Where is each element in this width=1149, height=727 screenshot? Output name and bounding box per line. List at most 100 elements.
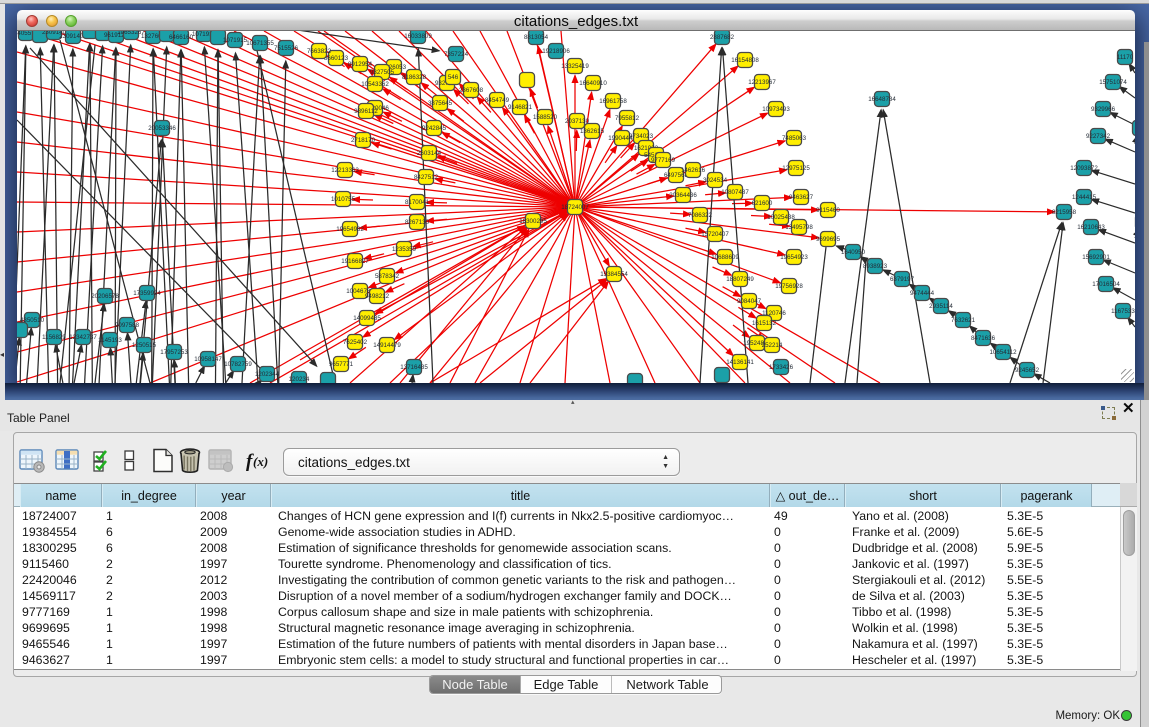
svg-text:18300295: 18300295 — [519, 218, 547, 225]
svg-text:12213967: 12213967 — [748, 79, 776, 86]
svg-text:1156829: 1156829 — [42, 334, 66, 341]
svg-text:10958147: 10958147 — [194, 356, 222, 363]
svg-text:10807487: 10807487 — [721, 189, 749, 196]
svg-text:1615132: 1615132 — [752, 320, 777, 327]
svg-text:12342737: 12342737 — [69, 334, 97, 341]
svg-text:9097588: 9097588 — [115, 322, 140, 329]
svg-text:1250515: 1250515 — [132, 342, 157, 349]
svg-text:1244415: 1244415 — [1072, 194, 1097, 201]
svg-text:1640950: 1640950 — [841, 249, 866, 256]
svg-text:10025438: 10025438 — [767, 214, 795, 221]
svg-text:16210643: 16210643 — [1077, 224, 1105, 231]
svg-text:1462616: 1462616 — [681, 167, 706, 174]
svg-text:15692901: 15692901 — [1082, 254, 1110, 261]
svg-text:621600: 621600 — [752, 200, 773, 207]
svg-text:1167533: 1167533 — [1111, 308, 1135, 315]
svg-text:7485063: 7485063 — [782, 135, 807, 142]
svg-text:1010755: 1010755 — [331, 196, 356, 203]
svg-text:(x): (x) — [253, 454, 268, 469]
svg-text:12093872: 12093872 — [1070, 165, 1098, 172]
svg-text:9327505: 9327505 — [370, 69, 395, 76]
svg-text:9463627: 9463627 — [789, 194, 814, 201]
svg-text:10543362: 10543362 — [361, 81, 389, 88]
svg-text:9242845: 9242845 — [422, 125, 447, 132]
svg-text:1235359: 1235359 — [392, 246, 417, 253]
svg-text:7357224: 7357224 — [444, 51, 469, 58]
svg-text:9146821: 9146821 — [508, 104, 533, 111]
svg-text:8427512: 8427512 — [414, 174, 439, 181]
svg-text:10654112: 10654112 — [989, 349, 1017, 356]
svg-text:2367608: 2367608 — [459, 87, 484, 94]
svg-text:1071915: 1071915 — [223, 37, 248, 44]
svg-text:2603144: 2603144 — [417, 150, 442, 157]
svg-text:9498212: 9498212 — [365, 293, 390, 300]
svg-text:17016504: 17016504 — [1092, 281, 1120, 288]
svg-text:19166827: 19166827 — [341, 258, 369, 265]
svg-text:7632621: 7632621 — [951, 317, 976, 324]
svg-text:3024534: 3024534 — [703, 177, 728, 184]
svg-text:7086322: 7086322 — [688, 212, 713, 219]
svg-text:19218906: 19218906 — [542, 48, 570, 55]
svg-text:17359924: 17359924 — [133, 290, 161, 297]
svg-text:1202344: 1202344 — [255, 371, 280, 378]
svg-text:15720407: 15720407 — [701, 231, 729, 238]
svg-text:14136141: 14136141 — [726, 359, 754, 366]
svg-text:8186328: 8186328 — [402, 74, 427, 81]
svg-text:1362615: 1362615 — [580, 128, 605, 135]
svg-text:13495798: 13495798 — [785, 224, 813, 231]
svg-text:17957253: 17957253 — [160, 349, 188, 356]
svg-text:7625402: 7625402 — [343, 339, 368, 346]
svg-text:8454749: 8454749 — [485, 97, 510, 104]
svg-text:10688609: 10688609 — [711, 254, 739, 261]
svg-text:2887682: 2887682 — [710, 34, 735, 41]
svg-text:3875645: 3875645 — [428, 100, 453, 107]
svg-text:9474444: 9474444 — [910, 290, 935, 297]
svg-text:9329966: 9329966 — [1091, 106, 1116, 113]
svg-text:18724007: 18724007 — [561, 204, 589, 211]
svg-text:8912954: 8912954 — [348, 61, 373, 68]
svg-text:9699695: 9699695 — [816, 236, 841, 243]
svg-text:19654982: 19654982 — [336, 226, 364, 233]
svg-text:1145193: 1145193 — [98, 337, 122, 344]
svg-text:9115460: 9115460 — [816, 207, 840, 214]
svg-text:546: 546 — [448, 74, 459, 81]
svg-text:14099485: 14099485 — [353, 315, 381, 322]
svg-text:9777169: 9777169 — [651, 157, 676, 164]
svg-text:1588520: 1588520 — [533, 114, 558, 121]
svg-text:9227342: 9227342 — [1086, 133, 1111, 140]
svg-text:14914479: 14914479 — [373, 342, 401, 349]
svg-text:11170: 11170 — [1117, 54, 1134, 61]
svg-text:12975125: 12975125 — [782, 165, 810, 172]
svg-text:20206578: 20206578 — [91, 293, 119, 300]
svg-text:252214: 252214 — [762, 342, 783, 349]
svg-text:20364436: 20364436 — [669, 192, 697, 199]
svg-text:8267130: 8267130 — [405, 219, 430, 226]
svg-text:5878342: 5878342 — [375, 273, 400, 280]
svg-text:7515526: 7515526 — [274, 45, 299, 52]
svg-text:7955812: 7955812 — [615, 115, 640, 122]
svg-text:6379197: 6379197 — [890, 276, 915, 283]
svg-text:9657771: 9657771 — [329, 361, 354, 368]
svg-text:2037130: 2037130 — [565, 118, 590, 125]
svg-text:2718170: 2718170 — [351, 137, 376, 144]
svg-text:10671355: 10671355 — [246, 40, 274, 47]
svg-text:6466160: 6466160 — [169, 34, 194, 41]
svg-text:1733426: 1733426 — [769, 364, 794, 371]
svg-text:8813054: 8813054 — [524, 34, 549, 41]
svg-text:18807249: 18807249 — [726, 276, 754, 283]
svg-text:8471636: 8471636 — [971, 335, 996, 342]
svg-text:7663822: 7663822 — [307, 48, 332, 55]
svg-text:10782759: 10782759 — [224, 361, 252, 368]
svg-text:8215958: 8215958 — [1052, 209, 1077, 216]
svg-text:8938923: 8938923 — [863, 263, 888, 270]
svg-text:16640910: 16640910 — [579, 80, 607, 87]
svg-text:10973493: 10973493 — [762, 106, 790, 113]
svg-text:120234: 120234 — [289, 376, 310, 383]
svg-text:19384554: 19384554 — [600, 271, 628, 278]
svg-text:9084047: 9084047 — [737, 298, 762, 305]
svg-text:16961758: 16961758 — [599, 98, 627, 105]
svg-text:2935114: 2935114 — [929, 303, 953, 310]
svg-text:8170041: 8170041 — [405, 199, 430, 206]
svg-text:9734023: 9734023 — [629, 133, 654, 140]
svg-text:12213363: 12213363 — [331, 167, 359, 174]
